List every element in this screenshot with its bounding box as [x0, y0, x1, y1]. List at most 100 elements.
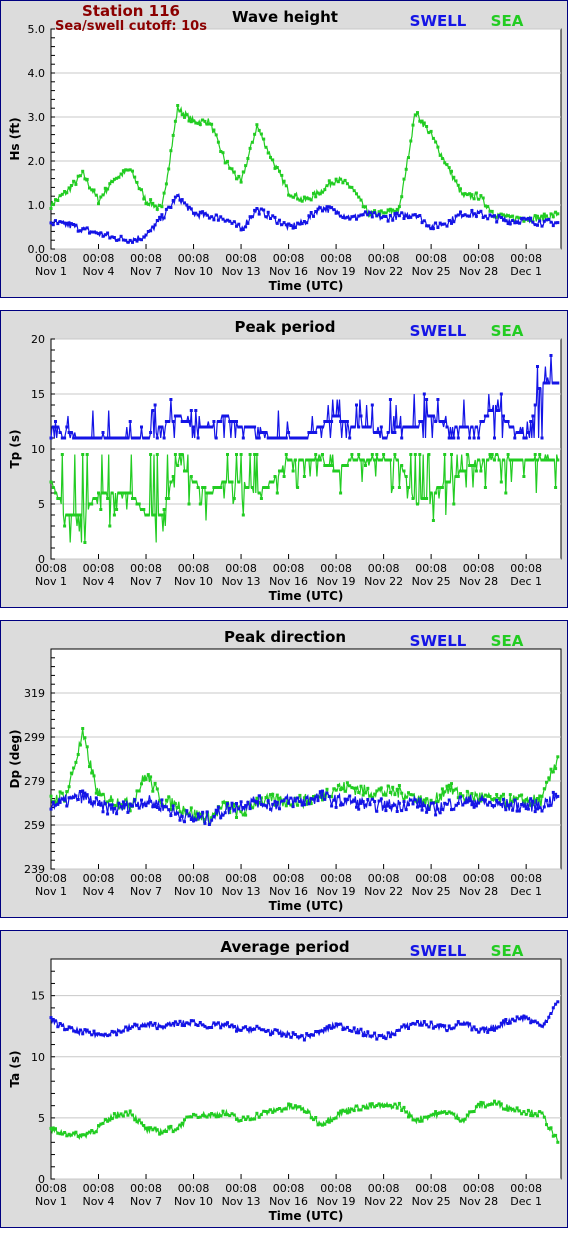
data-point-swell — [533, 810, 537, 814]
data-point-swell — [388, 1035, 392, 1039]
data-point-sea — [275, 491, 279, 495]
data-point-swell — [146, 436, 150, 440]
data-point-swell — [69, 431, 73, 434]
data-point-swell — [443, 1024, 447, 1028]
data-point-swell — [395, 211, 399, 215]
data-point-sea — [85, 453, 89, 456]
x-tick-time: 00:08 — [415, 1182, 447, 1195]
data-point-swell — [232, 1025, 236, 1029]
data-point-sea — [477, 458, 481, 462]
data-point-sea — [259, 497, 263, 500]
y-tick-label: 10 — [31, 1051, 45, 1064]
data-point-swell — [257, 212, 261, 216]
data-point-swell — [115, 1033, 119, 1037]
data-point-swell — [436, 807, 440, 811]
data-point-swell — [434, 420, 438, 423]
data-point-sea — [556, 755, 560, 759]
data-point-swell — [531, 414, 535, 418]
y-axis-label: Tp (s) — [8, 429, 22, 468]
data-point-swell — [470, 425, 474, 429]
data-point-sea — [74, 182, 78, 186]
data-point-sea — [429, 491, 433, 495]
data-point-swell — [440, 807, 444, 811]
data-point-swell — [187, 814, 191, 818]
data-point-swell — [99, 231, 103, 235]
data-point-swell — [196, 1024, 200, 1027]
y-tick-label: 15 — [31, 388, 45, 401]
data-point-swell — [452, 220, 456, 224]
data-point-sea — [300, 1107, 304, 1111]
data-point-sea — [318, 458, 322, 462]
data-point-sea — [490, 1102, 494, 1106]
data-point-sea — [189, 806, 193, 810]
data-point-swell — [262, 208, 266, 212]
data-point-sea — [490, 453, 494, 456]
data-point-swell — [51, 223, 55, 227]
data-point-sea — [237, 480, 241, 484]
data-point-swell — [187, 1022, 191, 1026]
data-point-swell — [135, 803, 139, 807]
data-point-sea — [554, 1133, 558, 1137]
data-point-sea — [513, 1109, 517, 1113]
data-point-sea — [151, 789, 155, 793]
data-point-sea — [330, 464, 334, 467]
data-point-swell — [470, 803, 474, 807]
data-point-sea — [450, 782, 453, 786]
data-point-swell — [359, 1027, 363, 1031]
data-point-swell — [418, 214, 422, 217]
data-point-swell — [472, 436, 476, 440]
data-point-swell — [508, 1021, 512, 1025]
data-point-sea — [275, 793, 279, 797]
data-point-swell — [486, 803, 490, 807]
data-point-sea — [474, 793, 478, 797]
data-point-swell — [228, 806, 232, 810]
data-point-swell — [153, 1021, 157, 1025]
data-point-sea — [230, 167, 234, 171]
data-point-swell — [477, 1030, 481, 1034]
data-point-swell — [149, 229, 153, 233]
data-point-swell — [314, 431, 318, 434]
data-point-sea — [246, 157, 250, 160]
data-point-sea — [60, 453, 64, 456]
data-point-swell — [140, 425, 143, 429]
data-point-swell — [248, 807, 252, 811]
data-point-sea — [452, 1112, 456, 1116]
data-point-sea — [173, 453, 177, 456]
data-point-swell — [219, 816, 223, 820]
data-point-swell — [479, 209, 483, 213]
data-point-sea — [379, 458, 383, 462]
data-point-sea — [323, 1122, 327, 1126]
data-point-swell — [411, 802, 415, 806]
data-point-sea — [440, 787, 444, 791]
data-point-swell — [230, 801, 234, 805]
data-point-swell — [246, 800, 250, 804]
data-point-swell — [459, 795, 462, 799]
data-point-sea — [300, 458, 304, 462]
data-point-sea — [334, 788, 338, 792]
data-point-swell — [400, 211, 404, 215]
data-point-swell — [244, 804, 248, 808]
data-point-swell — [223, 811, 227, 815]
data-point-swell — [357, 1031, 361, 1035]
data-point-swell — [121, 1029, 125, 1033]
x-tick-time: 00:08 — [130, 252, 162, 265]
data-point-sea — [69, 184, 73, 187]
x-tick-date: Nov 28 — [459, 885, 498, 898]
data-point-sea — [556, 1140, 560, 1144]
data-point-swell — [445, 1029, 449, 1033]
data-point-sea — [83, 541, 87, 544]
data-point-swell — [239, 800, 243, 804]
x-tick-date: Nov 13 — [222, 1195, 261, 1208]
data-point-sea — [407, 156, 410, 160]
data-point-swell — [226, 414, 229, 418]
data-point-swell — [216, 1021, 220, 1025]
sea-swell-cutoff: Sea/swell cutoff: 10s — [55, 19, 207, 34]
data-point-swell — [384, 809, 388, 813]
data-point-swell — [226, 802, 229, 806]
data-point-sea — [384, 793, 388, 797]
data-point-sea — [300, 199, 304, 203]
data-point-sea — [269, 1108, 272, 1112]
data-point-sea — [409, 453, 413, 456]
data-point-swell — [407, 803, 410, 807]
y-tick-label: 5 — [38, 498, 45, 511]
